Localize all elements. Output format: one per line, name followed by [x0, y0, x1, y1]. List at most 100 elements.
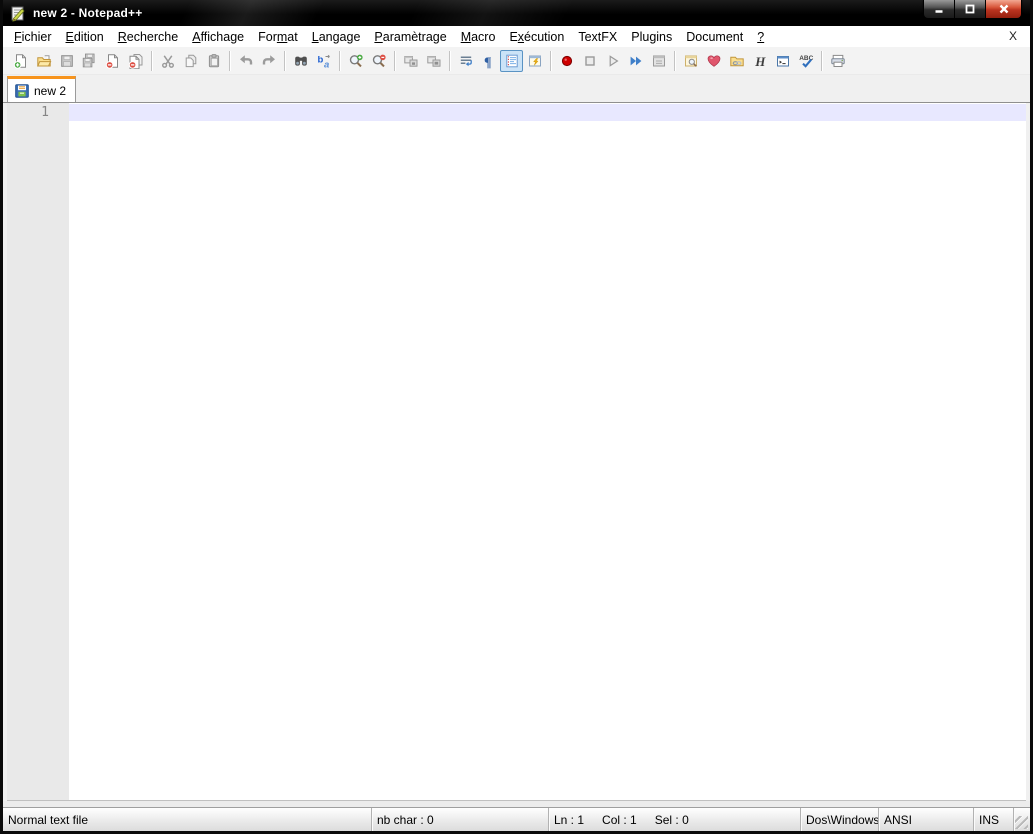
toolbar-separator	[151, 50, 152, 71]
menu-item-textfx[interactable]: TextFX	[571, 28, 624, 46]
plugin-spell-check-button[interactable]: ABC	[794, 50, 817, 72]
replace-icon: ba	[316, 53, 332, 70]
svg-text:b: b	[317, 54, 323, 65]
line-number: 1	[41, 105, 49, 120]
status-part: Ln : 1	[554, 812, 585, 827]
menu-item-format[interactable]: Format	[251, 28, 305, 46]
editor: 1	[7, 103, 1026, 801]
print-button[interactable]	[826, 50, 849, 72]
run-macro-multiple-button[interactable]	[624, 50, 647, 72]
menubar-close-button[interactable]: X	[1005, 28, 1021, 44]
saved-document-icon	[15, 83, 29, 98]
word-wrap-icon	[458, 53, 474, 69]
tab-new-2[interactable]: new 2	[7, 76, 77, 102]
copy-button	[179, 50, 202, 72]
toolbar-separator	[449, 50, 450, 71]
toolbar-separator	[339, 50, 340, 71]
resize-grip[interactable]	[1013, 808, 1030, 831]
status-cursor-position: Ln : 1 Col : 1 Sel : 0	[548, 808, 800, 831]
window-title: new 2 - Notepad++	[33, 6, 143, 20]
new-file-button[interactable]	[9, 50, 32, 72]
cut-icon	[160, 53, 176, 69]
plugin-heart-button[interactable]	[702, 50, 725, 72]
user-defined-dialog-button[interactable]	[523, 50, 546, 72]
line-number-gutter: 1	[7, 103, 69, 800]
plugin-spell-check-icon: ABC	[798, 53, 814, 69]
menu-item-param-trage[interactable]: Paramètrage	[367, 28, 453, 46]
status-insert-mode[interactable]: INS	[973, 808, 1013, 831]
sync-horizontal-scroll-icon	[426, 53, 442, 69]
status-part: Col : 1	[602, 812, 637, 827]
paste-icon	[206, 53, 222, 69]
save-all-button	[78, 50, 101, 72]
close-document-icon	[105, 53, 121, 69]
statusbar: Normal text file nb char : 0 Ln : 1 Col : 1…	[3, 807, 1030, 831]
save-macro-button	[647, 50, 670, 72]
menu-item-ex-cution[interactable]: Exécution	[502, 28, 571, 46]
open-file-button[interactable]	[32, 50, 55, 72]
menu-item-recherche[interactable]: Recherche	[111, 28, 185, 46]
status-doc-length: nb char : 0	[371, 808, 548, 831]
plugin-find-window-icon	[683, 53, 699, 69]
close-button[interactable]	[986, 0, 1021, 18]
sync-vertical-scroll-icon	[403, 53, 419, 69]
svg-text:a: a	[324, 59, 329, 69]
plugin-html-export-button[interactable]: H	[748, 50, 771, 72]
notepadpp-window: new 2 - Notepad++ Fichier Edition Recherch…	[0, 0, 1033, 834]
save-icon	[59, 53, 75, 69]
maximize-button[interactable]	[955, 0, 986, 18]
sync-horizontal-scroll-button	[422, 50, 445, 72]
redo-button	[257, 50, 280, 72]
plugin-console-button[interactable]	[771, 50, 794, 72]
notepadpp-app-icon[interactable]	[10, 5, 27, 22]
svg-text:H: H	[754, 54, 766, 69]
status-encoding[interactable]: ANSI	[878, 808, 973, 831]
plugin-find-window-button[interactable]	[679, 50, 702, 72]
word-wrap-button[interactable]	[454, 50, 477, 72]
menu-item-affichage[interactable]: Affichage	[185, 28, 251, 46]
zoom-out-button[interactable]	[367, 50, 390, 72]
menu-item-langage[interactable]: Langage	[305, 28, 368, 46]
show-indent-guide-button[interactable]	[500, 49, 523, 72]
plugin-console-icon	[775, 53, 791, 69]
toolbar-separator	[674, 50, 675, 71]
status-part: Sel : 0	[654, 812, 689, 827]
menu-item-macro[interactable]: Macro	[454, 28, 503, 46]
toolbar: b a ¶ H ABC	[3, 47, 1030, 75]
plugin-folder-link-button[interactable]	[725, 50, 748, 72]
replace-button[interactable]: ba	[312, 50, 335, 72]
print-icon	[830, 53, 846, 69]
close-all-documents-button[interactable]	[124, 50, 147, 72]
play-macro-icon	[605, 53, 621, 69]
new-file-icon	[13, 53, 29, 69]
copy-icon	[183, 53, 199, 69]
toolbar-separator	[284, 50, 285, 71]
zoom-in-icon	[348, 53, 364, 69]
current-line-highlight	[69, 104, 1026, 121]
run-macro-multiple-icon	[628, 53, 644, 69]
record-macro-button[interactable]	[555, 50, 578, 72]
menu-item-document[interactable]: Document	[679, 28, 750, 46]
show-all-characters-icon: ¶	[481, 53, 497, 70]
editor-text-area[interactable]	[69, 103, 1026, 800]
minimize-button[interactable]	[924, 0, 955, 18]
titlebar[interactable]: new 2 - Notepad++	[3, 0, 1030, 26]
show-all-characters-button[interactable]: ¶	[477, 50, 500, 72]
zoom-in-button[interactable]	[344, 50, 367, 72]
plugin-folder-link-icon	[729, 53, 745, 69]
menu-item-plugins[interactable]: Plugins	[624, 28, 679, 46]
stop-macro-icon	[582, 53, 598, 69]
toolbar-separator	[550, 50, 551, 71]
menu-item-fichier[interactable]: Fichier	[7, 28, 59, 46]
find-button[interactable]	[289, 50, 312, 72]
cut-button	[156, 50, 179, 72]
toolbar-separator	[229, 50, 230, 71]
menu-item--[interactable]: ?	[750, 28, 771, 46]
close-document-button[interactable]	[101, 50, 124, 72]
status-eol-format[interactable]: Dos\Windows	[800, 808, 878, 831]
status-doc-type: Normal text file	[8, 812, 89, 827]
save-all-icon	[82, 53, 98, 69]
undo-button	[234, 50, 257, 72]
save-macro-icon	[651, 53, 667, 69]
menu-item-edition[interactable]: Edition	[59, 28, 111, 46]
